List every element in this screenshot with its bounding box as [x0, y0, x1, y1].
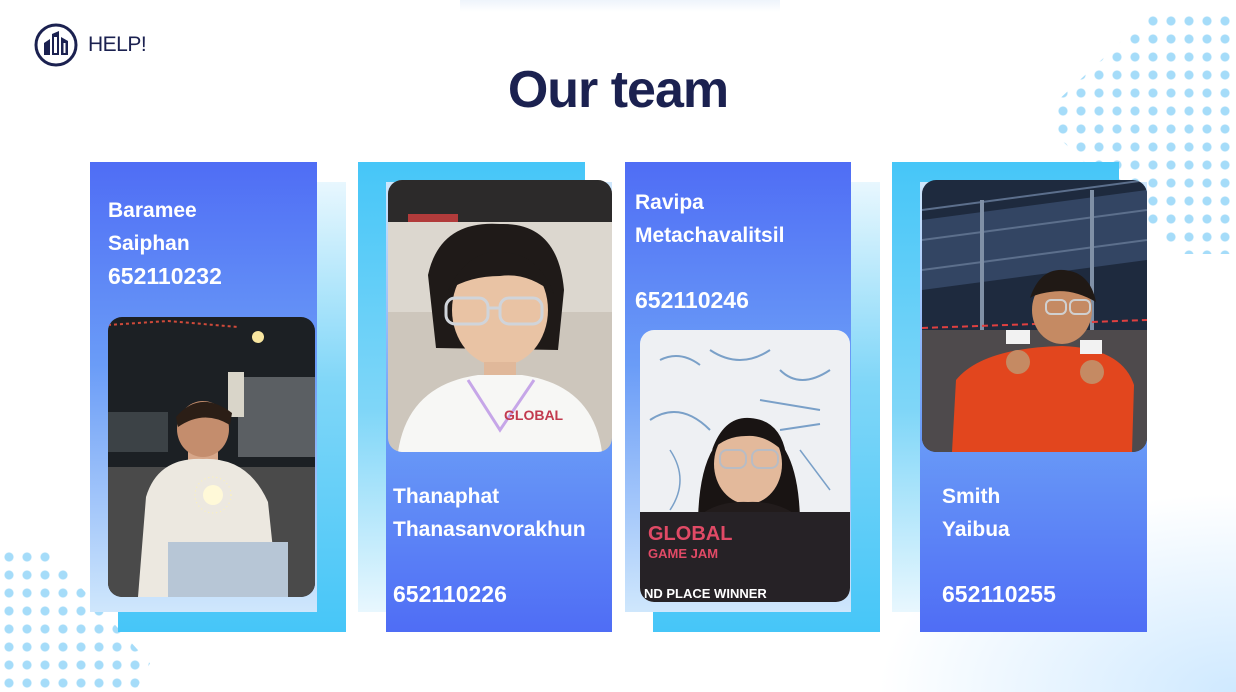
member-student-id: 652110246 — [635, 287, 749, 313]
member-first-name: Ravipa — [635, 191, 704, 214]
member-photo-thanaphat: GLOBAL — [388, 180, 612, 452]
team-card-thanaphat: GLOBAL Thanaphat Thanasanvorakhun 652110… — [358, 162, 614, 632]
member-last-name: Metachavalitsil — [635, 224, 785, 247]
top-glow-decoration — [460, 0, 780, 12]
brand-name: HELP! — [88, 33, 147, 56]
member-photo-ravipa: GLOBAL GAME JAM ND PLACE WINNER — [640, 330, 850, 602]
member-first-name: Smith — [942, 485, 1001, 508]
member-student-id: 652110232 — [108, 263, 222, 289]
member-last-name: Saiphan — [108, 232, 190, 255]
member-photo-baramee — [108, 317, 315, 597]
team-card-baramee: Baramee Saiphan 652110232 — [90, 162, 346, 632]
team-card-smith: Smith Yaibua 652110255 — [892, 162, 1148, 632]
svg-text:GLOBAL: GLOBAL — [648, 523, 732, 545]
member-last-name: Thanasanvorakhun — [393, 518, 586, 541]
member-last-name: Yaibua — [942, 518, 1010, 541]
page-title: Our team — [507, 61, 729, 119]
member-student-id: 652110226 — [393, 581, 507, 607]
member-first-name: Baramee — [108, 199, 197, 222]
svg-text:GAME JAM: GAME JAM — [648, 546, 718, 561]
svg-text:GLOBAL: GLOBAL — [504, 407, 564, 423]
member-first-name: Thanaphat — [393, 485, 500, 508]
svg-text:ND PLACE WINNER: ND PLACE WINNER — [644, 586, 767, 601]
member-student-id: 652110255 — [942, 581, 1056, 607]
member-photo-smith — [922, 180, 1147, 452]
team-card-ravipa: Ravipa Metachavalitsil 652110246 GLOBAL … — [625, 162, 881, 632]
